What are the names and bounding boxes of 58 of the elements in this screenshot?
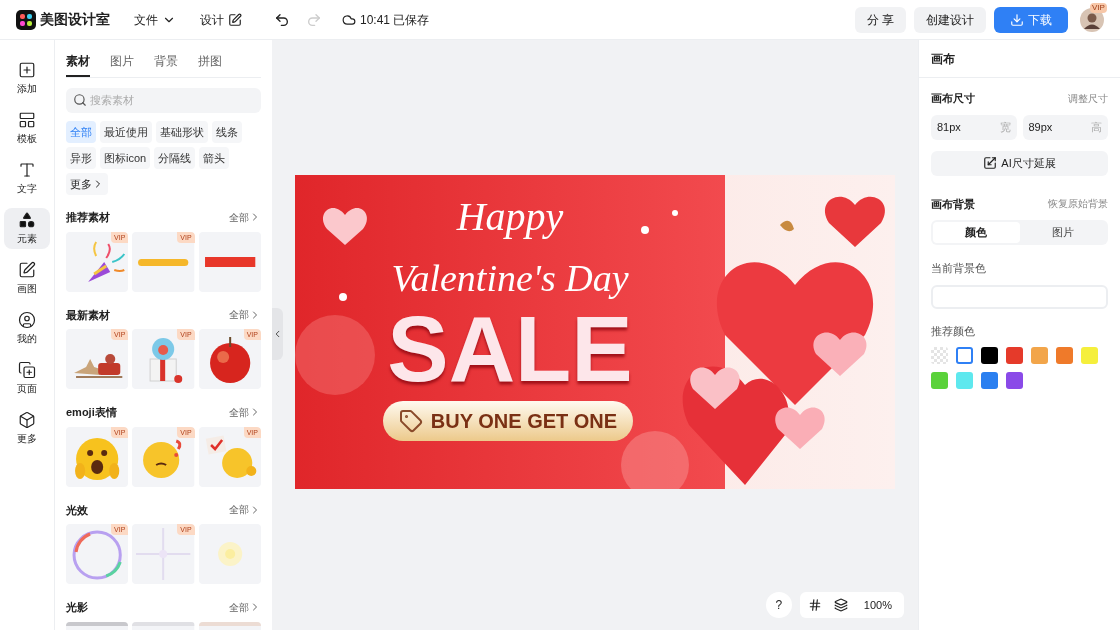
section-title: 最新素材 <box>66 307 110 323</box>
help-button[interactable]: ? <box>765 592 792 618</box>
filter-chip[interactable]: 异形 <box>66 147 96 169</box>
panel-tab[interactable]: 素材 <box>66 52 90 77</box>
filter-chip[interactable]: 分隔线 <box>154 147 196 169</box>
filter-chip[interactable]: 箭头 <box>199 147 230 169</box>
design-headline: SALE <box>386 303 634 395</box>
filter-chip[interactable]: 最近使用 <box>100 121 152 143</box>
action-button[interactable]: 创建设计 <box>914 6 986 33</box>
design-script-text: Happy <box>455 197 565 237</box>
rail-item[interactable]: 更多 <box>4 408 50 449</box>
rail-item[interactable]: 模板 <box>4 108 50 149</box>
rail-item[interactable]: 画图 <box>4 258 50 299</box>
panel-tab[interactable]: 图片 <box>110 52 134 77</box>
section-title: 画布背景 <box>931 196 975 212</box>
size-field[interactable]: 89px 高 <box>1022 114 1108 140</box>
resize-link[interactable]: 调整尺寸 <box>1068 90 1108 106</box>
section-title: 画布尺寸 <box>931 91 975 106</box>
section-title: 光影 <box>66 600 88 615</box>
rail-item[interactable]: 文字 <box>4 158 50 199</box>
panel-tab[interactable]: 背景 <box>154 52 178 77</box>
more-filters-button[interactable]: 更多 <box>66 173 108 195</box>
design-button-text: BUY ONE GET ONE <box>430 409 618 434</box>
field-label: 推荐颜色 <box>931 323 976 339</box>
zoom-level[interactable]: 100% <box>859 596 896 614</box>
see-all-link[interactable]: 全部 <box>229 404 261 420</box>
see-all-link[interactable]: 全部 <box>229 209 261 225</box>
segment-tab[interactable]: 图片 <box>1019 222 1106 243</box>
see-all-link[interactable]: 全部 <box>229 307 261 323</box>
section-title: 推荐素材 <box>66 210 110 225</box>
rail-item[interactable]: 添加 <box>4 58 50 99</box>
see-all-link[interactable]: 全部 <box>229 502 261 518</box>
panel-title: 画布 <box>931 50 955 68</box>
see-all-link[interactable]: 全部 <box>229 599 261 615</box>
rail-item[interactable]: 页面 <box>4 358 50 399</box>
filter-chip[interactable]: 图标icon <box>100 147 151 169</box>
filter-chip[interactable]: 线条 <box>212 121 242 143</box>
design-canvas[interactable]: Happy Valentine's Day SALE BUY ONE GET ONE <box>295 175 895 489</box>
vip-badge: VIP <box>1090 2 1107 13</box>
field-label: 当前背景色 <box>931 261 987 276</box>
segment-tab[interactable]: 颜色 <box>933 222 1020 243</box>
download-button[interactable]: 下载 <box>994 6 1068 33</box>
action-button[interactable]: 分 享 <box>854 6 906 33</box>
filter-chip[interactable]: 基础形状 <box>156 121 208 143</box>
restore-link[interactable]: 恢复原始背景 <box>1048 196 1108 212</box>
ai-resize-button[interactable]: AI尺寸延展 <box>931 150 1108 176</box>
save-status: 10:41 已保存 <box>360 11 430 29</box>
menu-button[interactable]: 设计 <box>200 10 242 29</box>
search-field[interactable]: 搜索素材 <box>66 87 261 113</box>
app-name: 美图设计室 <box>40 10 110 29</box>
menu-button[interactable]: 文件 <box>134 10 176 29</box>
section-title: 光效 <box>66 502 88 518</box>
section-title: emoji表情 <box>66 405 117 420</box>
rail-item[interactable]: 元素 <box>4 208 50 249</box>
rail-item[interactable]: 我的 <box>4 308 50 349</box>
design-script-text: Valentine's Day <box>390 259 630 297</box>
panel-tab[interactable]: 拼图 <box>198 52 222 77</box>
size-field[interactable]: 81px 宽 <box>931 114 1017 140</box>
